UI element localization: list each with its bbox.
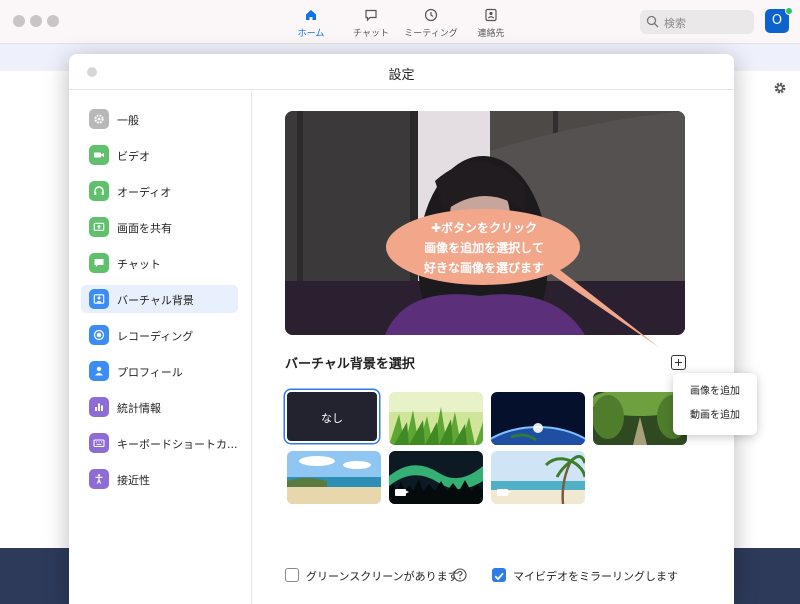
sidebar-item-label: バーチャル背景 (117, 294, 194, 307)
title-bar: ホーム チャット ミーティング 連絡先 検索 O (0, 0, 800, 44)
callout-line-2: 画像を追加を選択して (424, 241, 544, 255)
chat-icon (89, 253, 109, 273)
background-thumb-grass[interactable] (389, 392, 483, 445)
menu-item-add-image[interactable]: 画像を追加 (673, 381, 757, 403)
sidebar-item-label: チャット (117, 258, 161, 271)
sidebar-item-label: プロフィール (117, 366, 183, 379)
sidebar-item-label: レコーディング (117, 330, 194, 343)
chat-bubble-icon (365, 9, 377, 22)
sidebar-item-profile[interactable]: プロフィール (81, 357, 238, 385)
headphones-icon (89, 181, 109, 201)
nav-home-label: ホーム (297, 29, 325, 39)
sidebar-item-label: 接近性 (117, 474, 150, 487)
add-background-menu: 画像を追加 動画を追加 (673, 373, 757, 435)
add-background-button[interactable] (671, 355, 686, 370)
callout-line-3: 好きな画像を選びます (423, 261, 544, 275)
zoom-window-button[interactable] (47, 15, 59, 27)
dialog-title: 設定 (388, 68, 415, 83)
video-camera-icon (89, 145, 109, 165)
sidebar-item-chat[interactable]: チャット (81, 249, 238, 277)
section-title: バーチャル背景を選択 (285, 357, 415, 372)
nav-contacts[interactable]: 連絡先 (456, 8, 526, 39)
person-background-icon (89, 289, 109, 309)
contact-card-icon (485, 8, 497, 22)
search-field[interactable]: 検索 (640, 10, 754, 34)
sidebar-item-recording[interactable]: レコーディング (81, 321, 238, 349)
minimize-window-button[interactable] (30, 15, 42, 27)
sidebar-item-label: 画面を共有 (117, 222, 172, 235)
background-thumb-palm[interactable] (491, 451, 585, 504)
callout-text-block: ✚ボタンをクリック 画像を追加を選択して 好きな画像を選びます (388, 211, 580, 286)
sidebar-item-virtual-background[interactable]: バーチャル背景 (81, 285, 238, 313)
online-status-dot (785, 7, 793, 15)
background-thumb-aurora[interactable] (389, 451, 483, 504)
sidebar-item-label: オーディオ (117, 186, 172, 199)
share-screen-icon (89, 217, 109, 237)
keyboard-icon (89, 433, 109, 453)
help-icon[interactable] (453, 568, 467, 582)
search-placeholder: 検索 (664, 17, 686, 30)
record-icon (89, 325, 109, 345)
background-thumb-beach[interactable] (287, 451, 381, 504)
statistics-icon (89, 397, 109, 417)
menu-item-add-video[interactable]: 動画を追加 (673, 405, 757, 427)
sidebar-item-statistics[interactable]: 統計情報 (81, 393, 238, 421)
sidebar-item-video[interactable]: ビデオ (81, 141, 238, 169)
nav-contacts-label: 連絡先 (477, 29, 505, 39)
settings-gear-icon[interactable] (773, 81, 787, 95)
nav-meetings-label: ミーティング (404, 29, 458, 39)
profile-icon (89, 361, 109, 381)
search-icon (646, 15, 659, 28)
callout-line-1: ✚ボタンをクリック (430, 221, 538, 235)
sidebar-item-general[interactable]: 一般 (81, 105, 238, 133)
checkmark-icon (494, 572, 504, 581)
video-indicator-icon (497, 489, 511, 496)
home-icon (306, 10, 316, 20)
sidebar-item-keyboard-shortcuts[interactable]: キーボードショートカ... (81, 429, 238, 457)
sidebar-item-audio[interactable]: オーディオ (81, 177, 238, 205)
mirror-video-checkbox[interactable] (492, 568, 506, 582)
video-indicator-icon (395, 489, 409, 496)
settings-sidebar: 一般 ビデオ オーディオ 画面を共有 チャット バーチャル背景 レコーディング (69, 91, 252, 604)
close-window-button[interactable] (13, 15, 25, 27)
background-thumb-earth[interactable] (491, 392, 585, 445)
green-screen-label: グリーンスクリーンがあります (306, 570, 459, 583)
sidebar-item-accessibility[interactable]: 接近性 (81, 465, 238, 493)
clock-icon (424, 8, 438, 22)
mirror-video-label: マイビデオをミラーリングします (513, 570, 678, 583)
sidebar-item-label: 統計情報 (117, 402, 161, 415)
accessibility-icon (89, 469, 109, 489)
gear-icon (89, 109, 109, 129)
background-none-label: なし (321, 412, 343, 425)
nav-chat-label: チャット (353, 29, 389, 39)
sidebar-item-label: キーボードショートカ... (117, 438, 238, 451)
sidebar-item-label: 一般 (117, 114, 139, 127)
green-screen-checkbox[interactable] (285, 568, 299, 582)
dialog-header: 設定 (69, 54, 734, 90)
sidebar-item-share-screen[interactable]: 画面を共有 (81, 213, 238, 241)
background-thumb-none[interactable]: なし (285, 390, 379, 443)
sidebar-item-label: ビデオ (117, 150, 150, 163)
